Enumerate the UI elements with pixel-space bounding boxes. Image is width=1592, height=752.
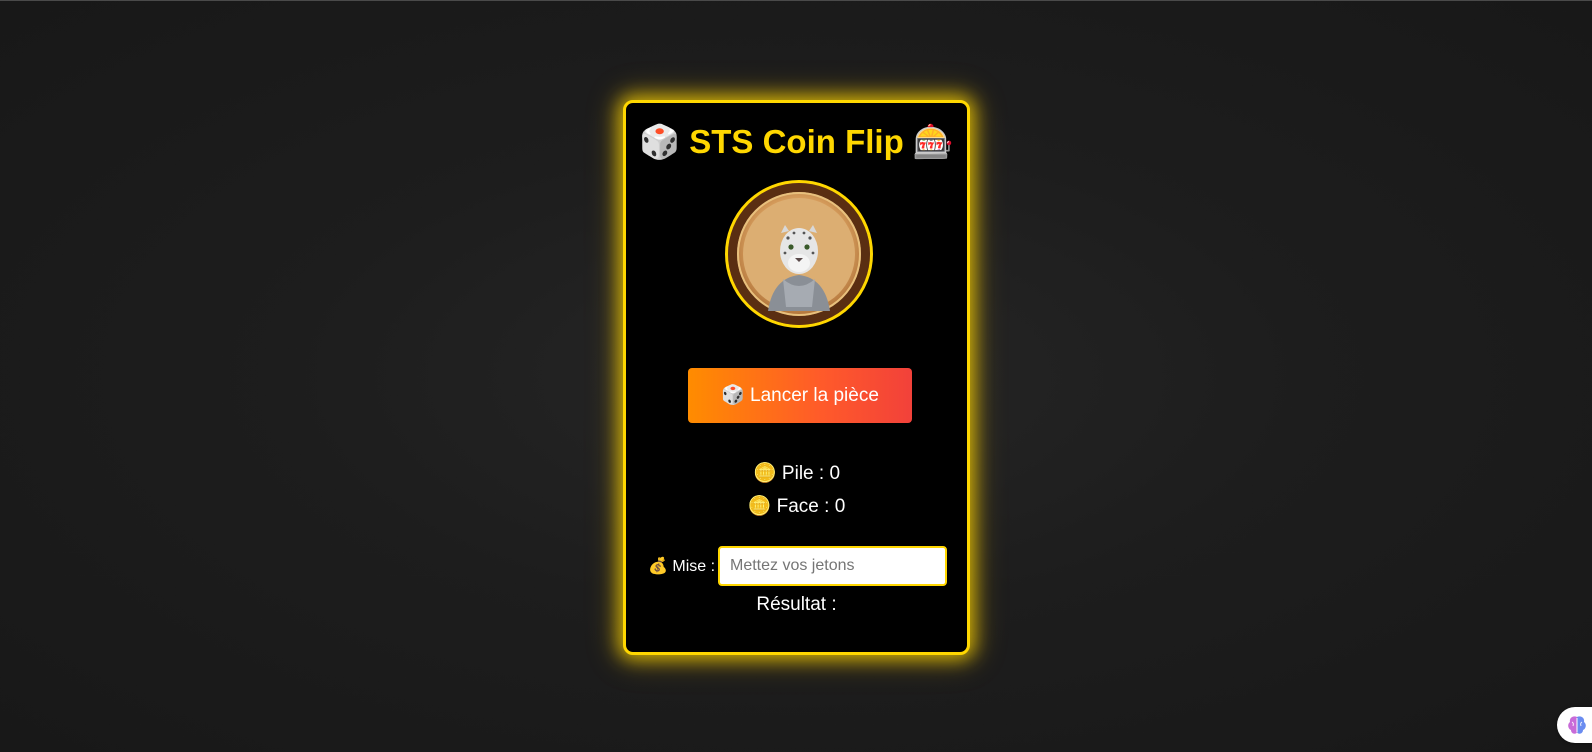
top-border — [0, 0, 1592, 1]
pile-count: 🪙 Pile : 0 — [752, 463, 841, 484]
result-text: Résultat : — [756, 594, 837, 615]
coin-flip-card: 🎲 STS Coin Flip 🎰 🎲 Lancer la pièce 🪙 Pi — [623, 100, 970, 655]
snow-leopard-coin-icon — [728, 183, 870, 325]
bet-input[interactable] — [718, 546, 947, 586]
coin-image[interactable] — [725, 180, 873, 328]
brain-icon — [1568, 716, 1586, 734]
page-title: 🎲 STS Coin Flip 🎰 — [639, 123, 954, 160]
bet-label: 💰 Mise : — [648, 558, 716, 575]
face-count: 🪙 Face : 0 — [747, 496, 846, 517]
floating-assistant-button[interactable] — [1557, 707, 1592, 743]
bet-row: 💰 Mise : — [648, 546, 948, 586]
flip-coin-button[interactable]: 🎲 Lancer la pièce — [688, 368, 912, 423]
